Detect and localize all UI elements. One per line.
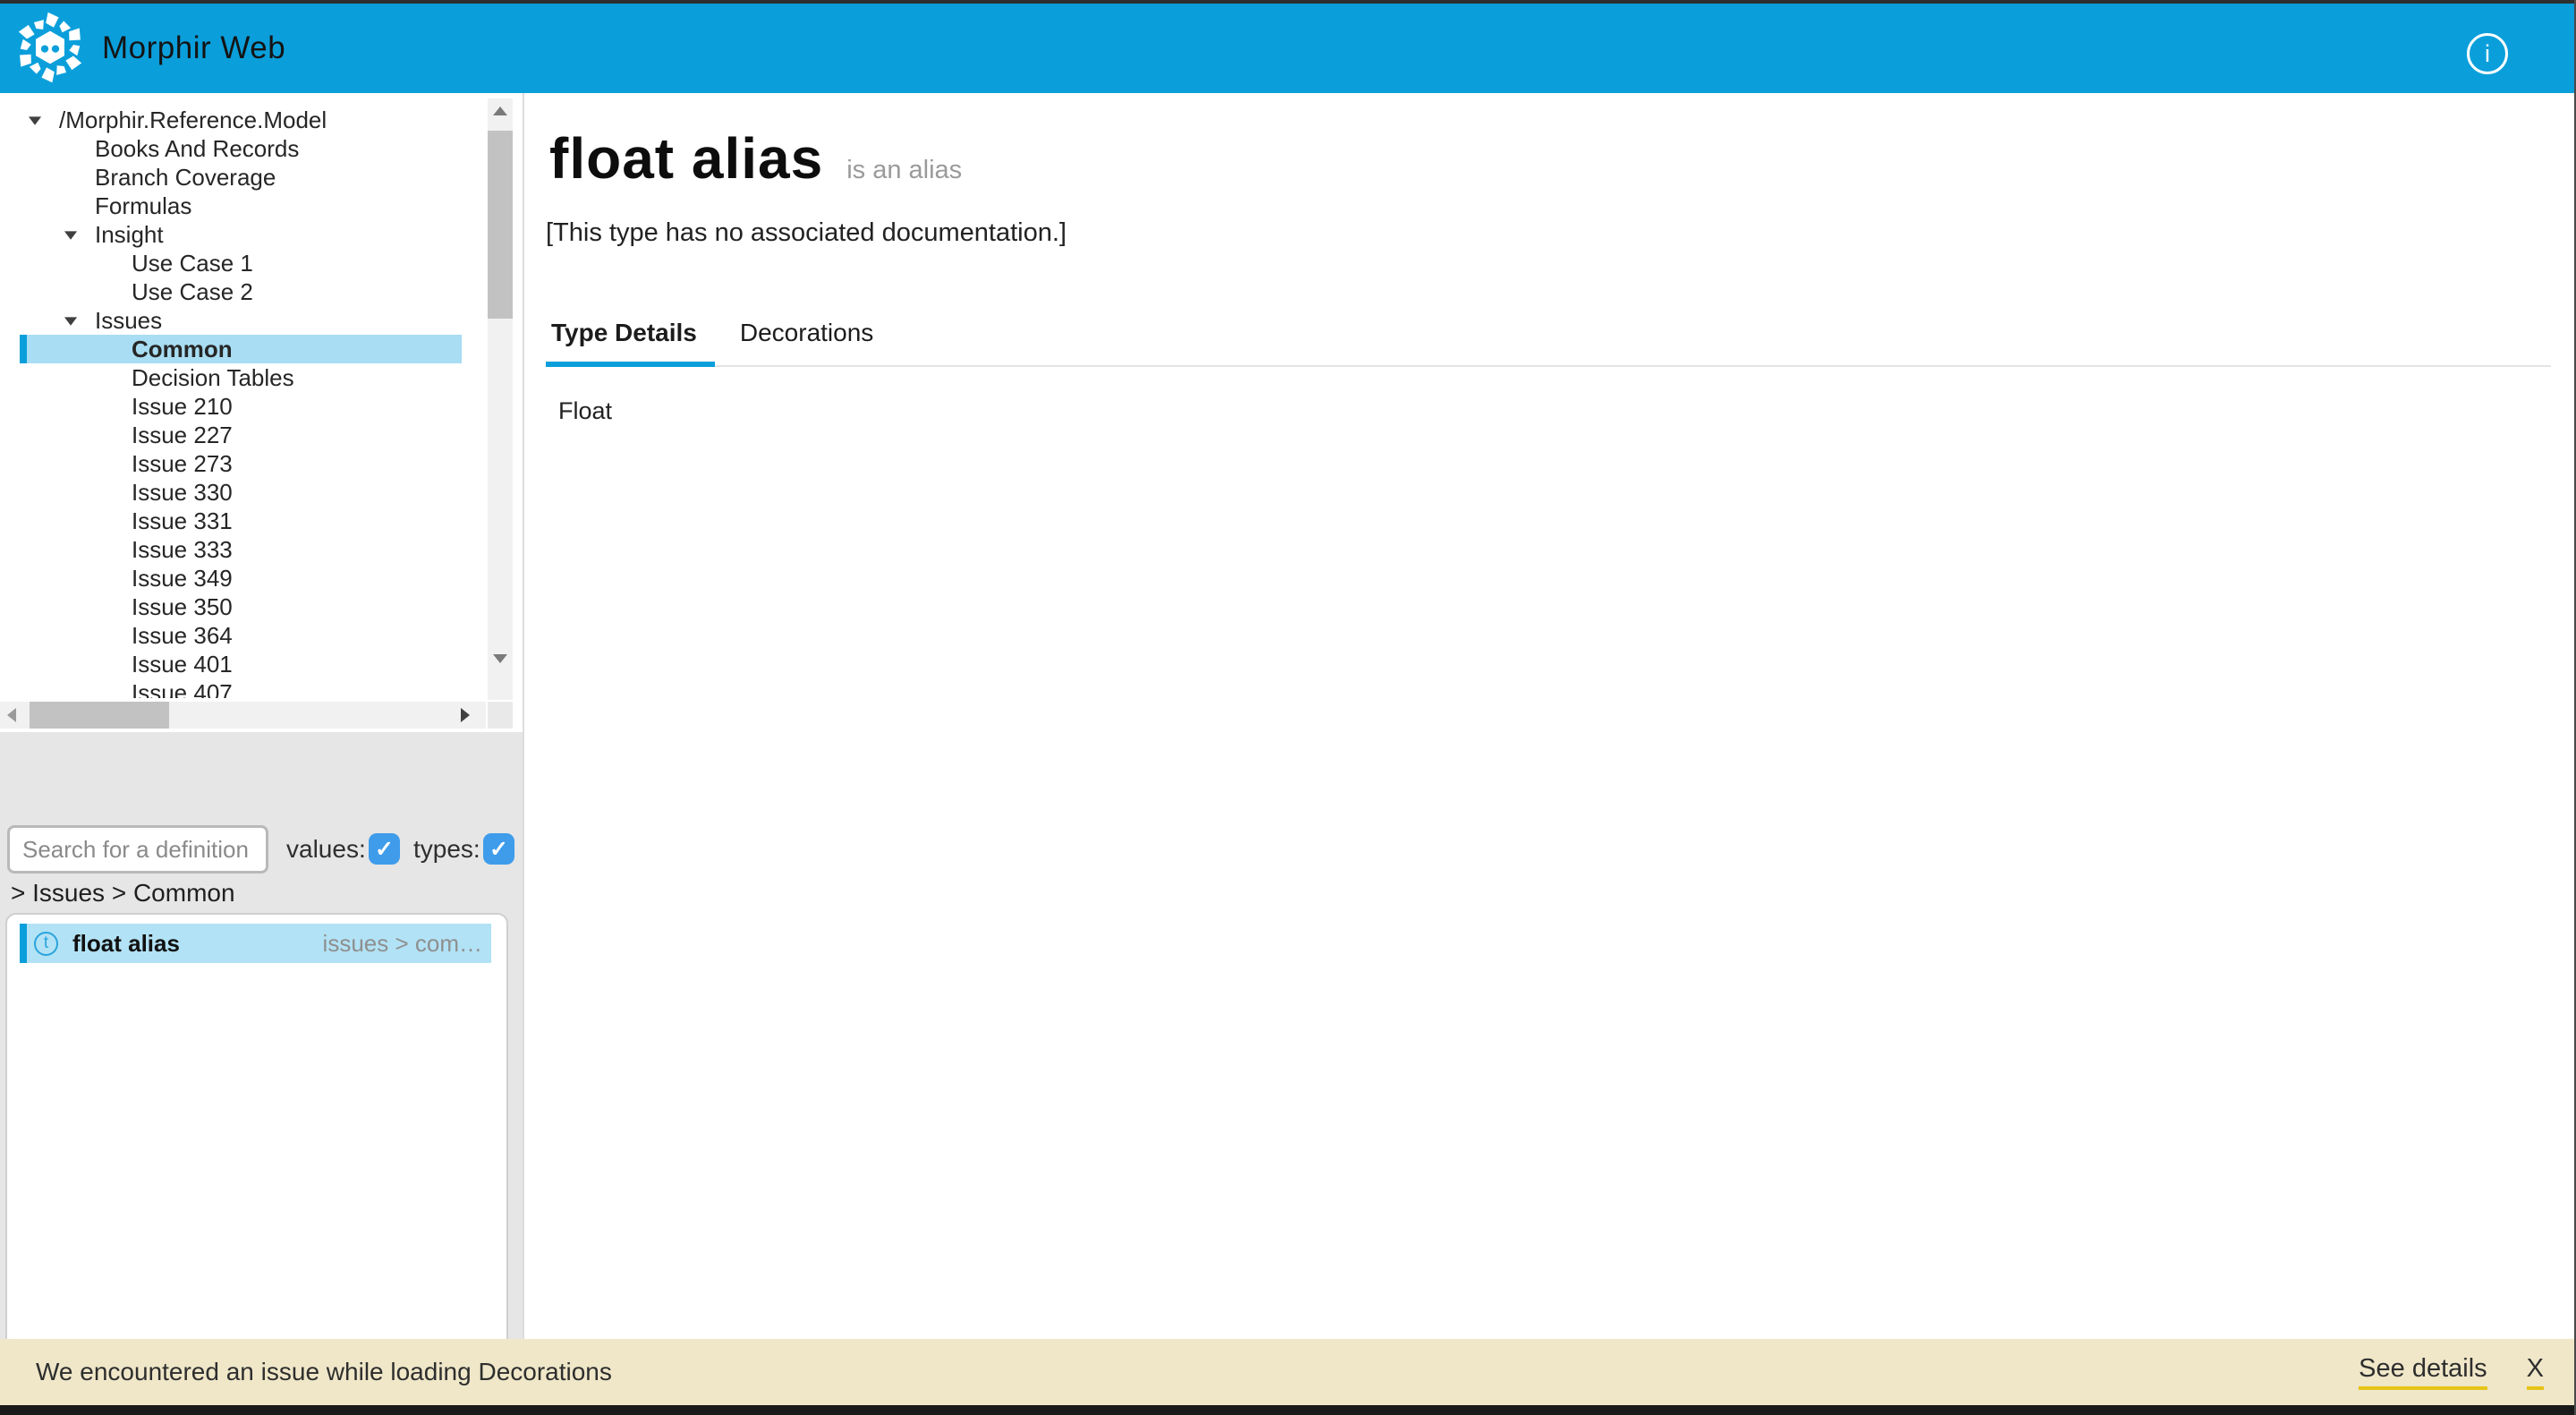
title-row: float alias is an alias [549, 125, 962, 192]
tree-item-label: Issue 330 [132, 479, 233, 507]
tree-item-label: Issue 350 [132, 593, 233, 621]
tree-horizontal-scrollbar[interactable] [0, 702, 486, 729]
warning-message: We encountered an issue while loading De… [36, 1358, 612, 1386]
vertical-scroll-thumb[interactable] [488, 131, 513, 319]
tree-item[interactable]: Issue 401 [0, 650, 486, 678]
tree-item-label: Issue 401 [132, 651, 233, 678]
tree-item-selected[interactable]: Common [20, 335, 462, 363]
tree-item[interactable]: Issue 364 [0, 621, 486, 650]
tree-item[interactable]: Use Case 1 [0, 249, 486, 277]
tree-item-label: Issue 273 [132, 450, 233, 478]
tree-item-label: Use Case 2 [132, 278, 253, 306]
tree-item-label: Branch Coverage [95, 164, 276, 192]
page-title: float alias [549, 125, 823, 192]
scroll-down-button[interactable] [488, 646, 513, 671]
horizontal-scroll-thumb[interactable] [30, 702, 169, 729]
info-icon[interactable]: i [2467, 33, 2508, 74]
tree-item[interactable]: Books And Records [0, 134, 486, 163]
banner-close-button[interactable]: X [2527, 1354, 2544, 1390]
tree-item[interactable]: Decision Tables [0, 363, 486, 392]
banner-actions: See details X [2359, 1339, 2544, 1405]
values-checkbox[interactable]: ✓ [369, 833, 400, 865]
tree-item[interactable]: Issue 227 [0, 421, 486, 449]
sidebar: ▾ /Morphir.Reference.Model Books And Reco… [0, 93, 523, 1339]
tree-item[interactable]: Issue 349 [0, 564, 486, 592]
search-section: values: ✓ types: ✓ > Issues > Common t f… [0, 732, 523, 1339]
tree-vertical-scrollbar[interactable] [488, 98, 513, 700]
check-icon: ✓ [375, 836, 394, 863]
tree-item[interactable]: Branch Coverage [0, 163, 486, 192]
tree-item-label: Formulas [95, 192, 191, 220]
detail-tabs: Type Details Decorations [549, 319, 2551, 367]
module-tree: ▾ /Morphir.Reference.Model Books And Reco… [0, 93, 486, 698]
warning-banner: We encountered an issue while loading De… [0, 1339, 2576, 1405]
result-name: float alias [72, 930, 180, 958]
triangle-right-icon [461, 708, 470, 722]
values-checkbox-label: values: [286, 825, 366, 874]
chevron-down-icon[interactable]: ▾ [21, 110, 50, 131]
triangle-up-icon [493, 107, 507, 115]
tree-item-label: Issue 349 [132, 565, 233, 592]
tree-item[interactable]: ▾ Insight [0, 220, 486, 249]
tree-item-label: /Morphir.Reference.Model [59, 107, 327, 134]
breadcrumb: > Issues > Common [11, 879, 235, 908]
types-checkbox-label: types: [413, 825, 480, 874]
tree-item[interactable]: Issue 350 [0, 592, 486, 621]
see-details-link[interactable]: See details [2359, 1354, 2487, 1390]
tree-item[interactable]: Use Case 2 [0, 277, 486, 306]
tree-item-label: Insight [95, 221, 164, 249]
search-result-item[interactable]: t float alias issues > com… [20, 924, 491, 963]
triangle-down-icon [493, 654, 507, 663]
tree-item-label: Issue 333 [132, 536, 233, 564]
main-panel: float alias is an alias [This type has n… [524, 93, 2576, 1339]
tree-item-label: Issue 331 [132, 507, 233, 535]
tree-item[interactable]: Issue 210 [0, 392, 486, 421]
scroll-right-button[interactable] [454, 702, 477, 729]
tree-item-label: Issues [95, 307, 162, 335]
chevron-down-icon[interactable]: ▾ [56, 225, 86, 245]
window-bottom-edge [0, 1405, 2576, 1415]
tree-item-root[interactable]: ▾ /Morphir.Reference.Model [0, 106, 486, 134]
window-top-edge [0, 0, 2576, 4]
type-badge-icon: t [34, 932, 58, 956]
tree-item-label: Issue 227 [132, 422, 233, 449]
scroll-up-button[interactable] [488, 98, 513, 124]
tree-item[interactable]: Issue 331 [0, 507, 486, 535]
tab-decorations[interactable]: Decorations [738, 319, 875, 365]
tree-item-label: Use Case 1 [132, 250, 253, 277]
tree-item-label: Books And Records [95, 135, 299, 163]
morphir-logo-icon [14, 12, 86, 83]
page-subtitle: is an alias [846, 156, 962, 185]
tree-item[interactable]: Formulas [0, 192, 486, 220]
tree-item-label: Issue 407 [132, 679, 233, 699]
app-window: Morphir Web i ▾ /Morphir.Reference.Model … [0, 0, 2576, 1415]
type-details-content: Float [558, 397, 612, 425]
app-title: Morphir Web [102, 4, 285, 93]
tree-item[interactable]: ▾ Issues [0, 306, 486, 335]
tab-type-details[interactable]: Type Details [549, 319, 699, 365]
tree-item-label: Common [132, 336, 233, 363]
tree-item[interactable]: Issue 273 [0, 449, 486, 478]
result-path: issues > com… [323, 930, 482, 958]
scrollbar-corner [488, 702, 513, 729]
check-icon: ✓ [489, 836, 508, 863]
chevron-down-icon[interactable]: ▾ [56, 311, 86, 331]
app-header: Morphir Web i [0, 4, 2576, 93]
tree-item-label: Decision Tables [132, 364, 294, 392]
scroll-left-button[interactable] [0, 702, 23, 729]
triangle-left-icon [7, 708, 16, 722]
tree-item-label: Issue 364 [132, 622, 233, 650]
tree-item[interactable]: Issue 333 [0, 535, 486, 564]
tree-item[interactable]: Issue 330 [0, 478, 486, 507]
search-input[interactable] [7, 825, 268, 874]
documentation-text: [This type has no associated documentati… [546, 218, 1067, 248]
types-checkbox[interactable]: ✓ [483, 833, 514, 865]
tree-item[interactable]: Issue 407 [0, 678, 486, 698]
tree-item-label: Issue 210 [132, 393, 233, 421]
